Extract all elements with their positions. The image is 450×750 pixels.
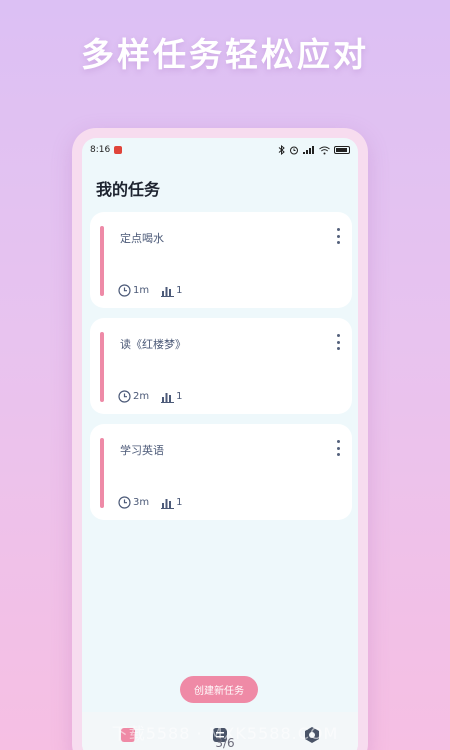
task-name: 定点喝水 <box>120 232 164 245</box>
page-title: 我的任务 <box>96 180 161 199</box>
task-accent-bar <box>100 332 104 402</box>
task-meta: 1m 1 <box>118 284 190 297</box>
task-accent-bar <box>100 226 104 296</box>
task-name: 读《红楼梦》 <box>120 338 186 351</box>
more-vertical-icon[interactable] <box>332 332 344 352</box>
promo-headline: 多样任务轻松应对 <box>81 35 369 74</box>
task-count: 1 <box>176 391 183 402</box>
status-bar: 8:16 <box>82 138 358 162</box>
page-indicator: 3/6 <box>215 736 235 750</box>
bluetooth-icon <box>278 145 285 155</box>
task-meta: 3m 1 <box>118 496 190 509</box>
task-duration: 3m <box>133 497 150 508</box>
wifi-icon <box>319 146 330 154</box>
signal-icon <box>303 146 314 154</box>
task-card[interactable]: 定点喝水 1m 1 <box>90 212 352 308</box>
task-card[interactable]: 读《红楼梦》 2m 1 <box>90 318 352 414</box>
task-card[interactable]: 学习英语 3m 1 <box>90 424 352 520</box>
battery-icon <box>334 146 350 154</box>
more-vertical-icon[interactable] <box>332 438 344 458</box>
clock-icon <box>118 284 131 297</box>
bar-chart-icon <box>161 286 175 297</box>
task-count: 1 <box>176 497 183 508</box>
task-accent-bar <box>100 438 104 508</box>
task-name: 学习英语 <box>120 444 164 457</box>
task-duration: 2m <box>133 391 150 402</box>
task-meta: 2m 1 <box>118 390 190 403</box>
create-task-button[interactable]: 创建新任务 <box>180 676 258 703</box>
clock-icon <box>118 496 131 509</box>
app-screen: 8:16 我的任务 定点喝水 1m 1 读《红楼梦》 2m 1 学习英语 3m … <box>82 138 358 750</box>
alarm-icon <box>290 146 298 155</box>
status-time: 8:16 <box>90 145 111 155</box>
bar-chart-icon <box>161 392 175 403</box>
phone-frame: 8:16 我的任务 定点喝水 1m 1 读《红楼梦》 2m 1 学习英语 3m … <box>72 128 368 750</box>
more-vertical-icon[interactable] <box>332 226 344 246</box>
task-duration: 1m <box>133 285 150 296</box>
task-count: 1 <box>176 285 183 296</box>
bar-chart-icon <box>161 498 175 509</box>
clock-icon <box>118 390 131 403</box>
notification-icon <box>114 146 123 154</box>
